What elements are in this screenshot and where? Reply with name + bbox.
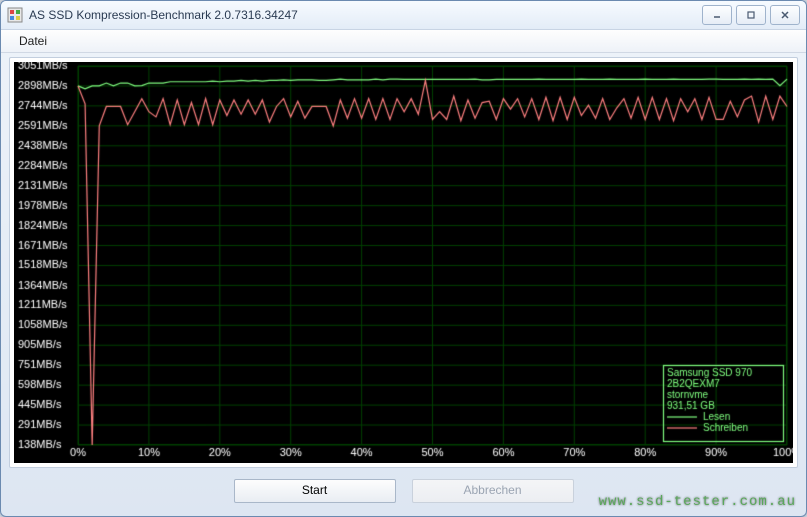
close-button[interactable] bbox=[770, 5, 800, 25]
titlebar: AS SSD Kompression-Benchmark 2.0.7316.34… bbox=[1, 1, 806, 30]
watermark: www.ssd-tester.com.au bbox=[599, 494, 796, 510]
menubar: Datei bbox=[1, 30, 806, 53]
start-button[interactable]: Start bbox=[234, 479, 396, 503]
maximize-button[interactable] bbox=[736, 5, 766, 25]
window-buttons bbox=[702, 5, 800, 25]
window-title: AS SSD Kompression-Benchmark 2.0.7316.34… bbox=[29, 8, 702, 22]
app-window: AS SSD Kompression-Benchmark 2.0.7316.34… bbox=[0, 0, 807, 517]
client-area bbox=[9, 57, 798, 468]
app-icon bbox=[7, 7, 23, 23]
minimize-button[interactable] bbox=[702, 5, 732, 25]
chart-area bbox=[14, 62, 793, 463]
menu-file[interactable]: Datei bbox=[11, 32, 55, 50]
benchmark-chart bbox=[14, 62, 793, 463]
abort-button: Abbrechen bbox=[412, 479, 574, 503]
